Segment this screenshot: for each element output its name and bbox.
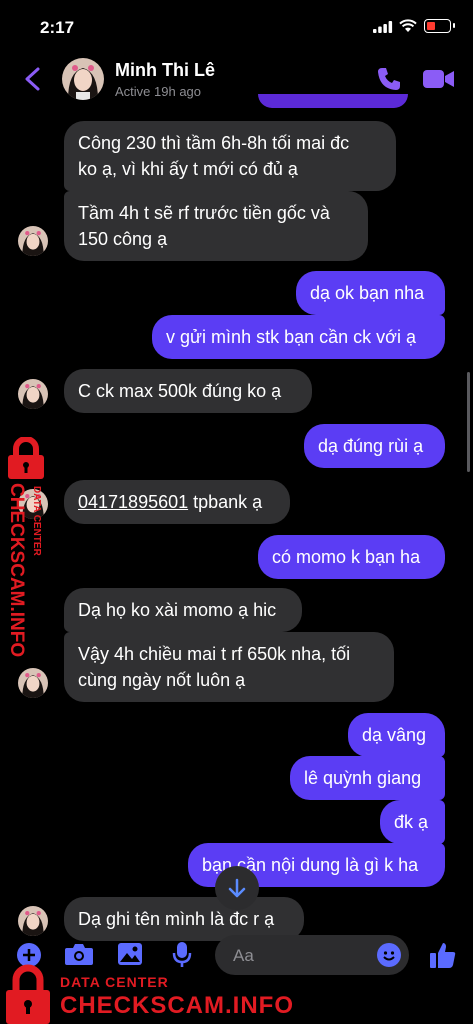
received-message[interactable]: C ck max 500k đúng ko ạ [64, 369, 312, 413]
account-number-link[interactable]: 04171895601 [78, 492, 188, 512]
watermark-data-center: DATA CENTER [60, 974, 169, 990]
back-chevron-icon[interactable] [18, 64, 48, 94]
padlock-logo-icon [8, 437, 44, 479]
phone-call-icon[interactable] [375, 65, 403, 93]
video-call-icon[interactable] [423, 68, 455, 90]
watermark-checkscam: CHECKSCAM.INFO [60, 992, 294, 1019]
status-time: 2:17 [40, 18, 75, 37]
cellular-signal-icon [373, 21, 393, 33]
padlock-logo-icon [6, 964, 50, 1024]
contact-avatar-small[interactable] [18, 668, 48, 698]
sent-message[interactable]: đk ạ [380, 800, 445, 844]
sent-message[interactable]: có momo k bạn ha [258, 535, 445, 579]
status-bar: 2:17 [0, 0, 473, 52]
sent-message[interactable]: lê quỳnh giang [290, 756, 445, 800]
contact-avatar-small[interactable] [18, 226, 48, 256]
contact-name[interactable]: Minh Thi Lê [115, 60, 215, 81]
contact-avatar[interactable] [62, 58, 104, 100]
wifi-icon [399, 19, 417, 32]
contact-avatar-small[interactable] [18, 379, 48, 409]
received-message[interactable]: Dạ họ ko xài momo ạ hic [64, 588, 302, 632]
watermark-bottom: DATA CENTER CHECKSCAM.INFO [0, 960, 473, 1024]
arrow-down-icon [228, 878, 246, 898]
received-message-account-number[interactable]: 04171895601 tpbank ạ [64, 480, 290, 524]
received-message[interactable]: Công 230 thì tầm 6h-8h tối mai đc ko ạ, … [64, 121, 396, 191]
received-message[interactable]: Vậy 4h chiều mai t rf 650k nha, tối cùng… [64, 632, 394, 702]
contact-active-status: Active 19h ago [115, 84, 202, 99]
received-message[interactable]: Tầm 4h t sẽ rf trước tiền gốc và 150 côn… [64, 191, 368, 261]
previous-sent-message-edge [258, 94, 408, 108]
watermark-checkscam-vertical: CHECKSCAM.INFO [6, 483, 27, 658]
bank-name: tpbank ạ [188, 492, 263, 512]
scrollbar[interactable] [467, 372, 470, 472]
battery-icon [424, 19, 455, 33]
sent-message[interactable]: dạ vâng [348, 713, 445, 757]
sent-message[interactable]: dạ đúng rùi ạ [304, 424, 445, 468]
watermark-datacenter-vertical: DATA CENTER [31, 486, 42, 556]
sent-message[interactable]: v gửi mình stk bạn cần ck với ạ [152, 315, 445, 359]
sent-message[interactable]: dạ ok bạn nha [296, 271, 445, 315]
scroll-to-bottom-button[interactable] [215, 866, 259, 910]
